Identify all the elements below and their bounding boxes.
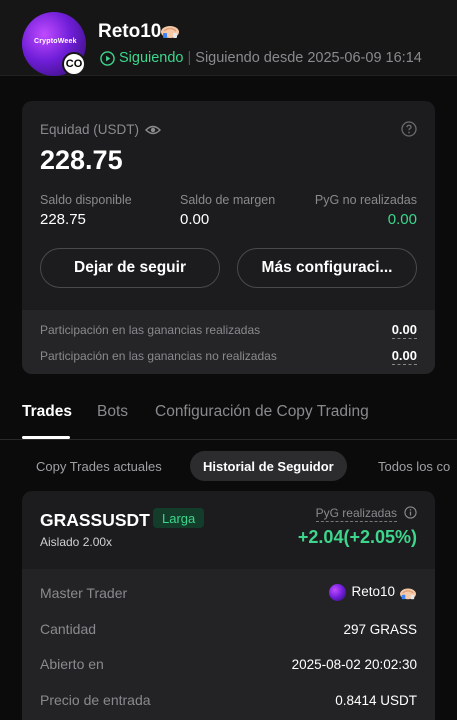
master-trader-label: Master Trader <box>40 585 128 601</box>
handshake-emoji-icon <box>161 26 179 38</box>
trader-name: Reto10 <box>98 21 162 42</box>
equity-value: 228.75 <box>40 145 123 175</box>
subtab-follower-history[interactable]: Historial de Seguidor <box>190 451 347 481</box>
more-settings-button[interactable]: Más configuraci... <box>237 248 417 288</box>
status-divider: | <box>187 50 192 66</box>
follow-status: Siguiendo | Siguiendo desde 2025-06-09 1… <box>100 50 422 66</box>
entry-price-label: Precio de entrada <box>40 692 151 708</box>
avatar-logo-text: CryptoWeek <box>34 38 77 45</box>
equity-label-row: Equidad (USDT) <box>40 122 162 137</box>
profit-share-section: Participación en las ganancias realizada… <box>22 310 435 374</box>
play-circle-icon <box>100 50 115 66</box>
position-card[interactable]: GRASSUSDT Larga Aislado 2.00x PyG realiz… <box>22 491 435 720</box>
opened-at-value: 2025-08-02 20:02:30 <box>291 657 417 672</box>
position-summary: GRASSUSDT Larga Aislado 2.00x PyG realiz… <box>22 491 435 569</box>
following-label: Siguiendo <box>119 50 184 66</box>
margin-balance-label: Saldo de margen <box>180 193 276 207</box>
position-symbol: GRASSUSDT <box>40 510 150 530</box>
equity-label: Equidad (USDT) <box>40 122 140 137</box>
tab-copy-trading-settings[interactable]: Configuración de Copy Trading <box>155 403 369 421</box>
position-details: Master Trader Reto10 Cantidad 297 GRASS … <box>22 569 435 720</box>
trader-header: CryptoWeek CO Reto10 Siguiendo | Siguien… <box>0 0 457 76</box>
available-balance-value: 228.75 <box>40 211 86 228</box>
entry-price-value: 0.8414 USDT <box>335 693 417 708</box>
realized-pnl-value: +2.04(+2.05%) <box>297 527 417 547</box>
master-trader-name: Reto10 <box>351 584 395 600</box>
copy-trader-badge: CO <box>62 52 86 76</box>
realized-pnl-label[interactable]: PyG realizadas <box>315 506 397 522</box>
unrealized-share-label: Participación en las ganancias no realiz… <box>40 349 277 363</box>
subtab-all[interactable]: Todos los co <box>378 451 450 481</box>
unrealized-pnl-value: 0.00 <box>387 211 417 228</box>
unrealized-share-value[interactable]: 0.00 <box>391 348 417 365</box>
equity-card: Equidad (USDT) 228.75 Saldo disponible 2… <box>22 101 435 374</box>
active-tab-indicator <box>22 436 70 439</box>
quantity-label: Cantidad <box>40 621 97 637</box>
master-trader-avatar <box>329 584 347 601</box>
tab-bots[interactable]: Bots <box>97 403 128 421</box>
realized-share-label: Participación en las ganancias realizada… <box>40 323 261 337</box>
unrealized-pnl-label: PyG no realizadas <box>314 193 417 207</box>
quantity-value: 297 GRASS <box>343 622 417 637</box>
main-tabs: Trades Bots Configuración de Copy Tradin… <box>0 390 457 440</box>
position-side-badge: Larga <box>153 508 205 528</box>
subtab-current-copy-trades[interactable]: Copy Trades actuales <box>36 451 162 481</box>
master-trader-value[interactable]: Reto10 <box>329 584 417 601</box>
available-balance-label: Saldo disponible <box>40 193 132 207</box>
help-icon[interactable] <box>401 121 417 137</box>
eye-icon[interactable] <box>145 124 162 136</box>
unfollow-button[interactable]: Dejar de seguir <box>40 248 220 288</box>
info-icon[interactable] <box>404 506 417 519</box>
realized-share-value[interactable]: 0.00 <box>391 322 417 339</box>
following-since: Siguiendo desde 2025-06-09 16:14 <box>195 50 422 66</box>
opened-at-label: Abierto en <box>40 656 104 672</box>
margin-mode: Aislado 2.00x <box>40 535 113 549</box>
tab-trades[interactable]: Trades <box>22 403 72 421</box>
margin-balance-value: 0.00 <box>180 211 210 228</box>
handshake-emoji-icon <box>400 588 416 599</box>
